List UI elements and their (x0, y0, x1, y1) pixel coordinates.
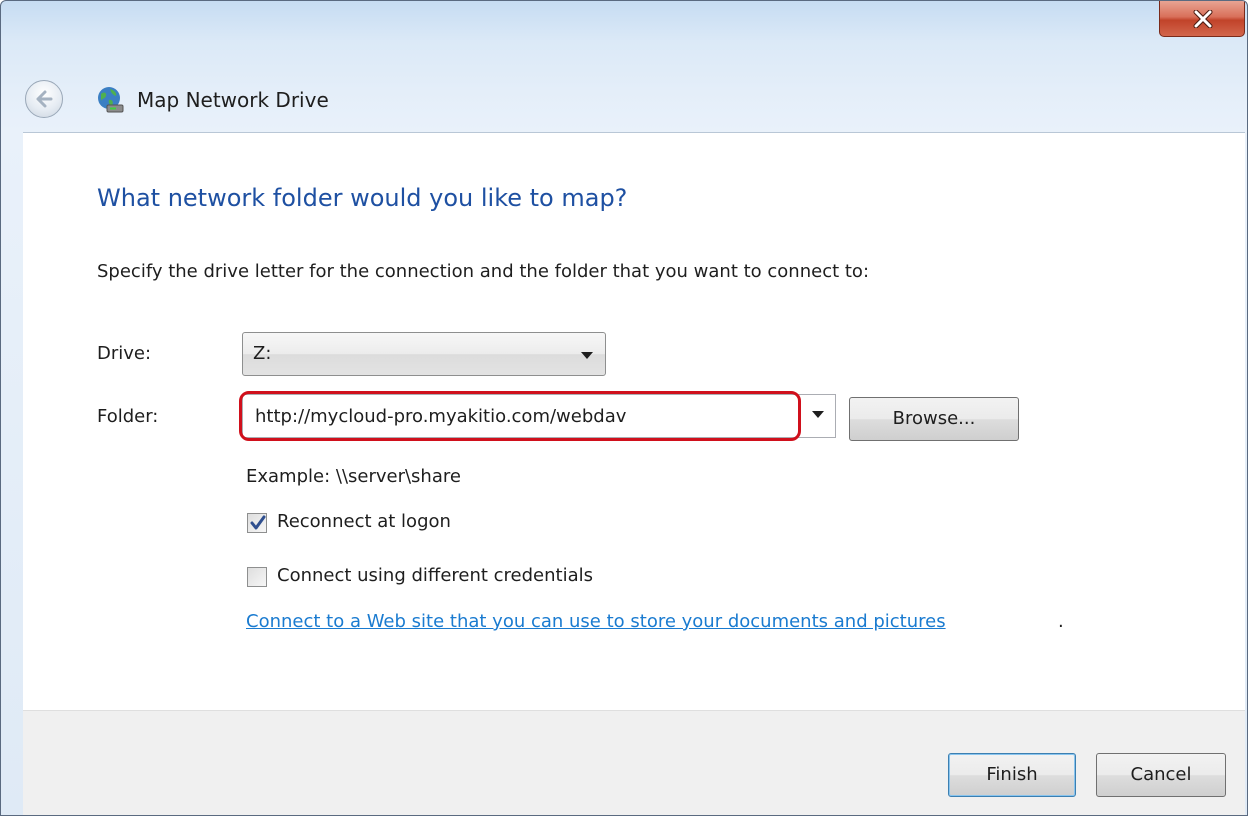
browse-button[interactable]: Browse... (849, 397, 1019, 441)
back-button[interactable] (25, 80, 63, 118)
map-network-drive-window: Map Network Drive What network folder wo… (0, 0, 1248, 816)
window-title: Map Network Drive (137, 88, 329, 112)
chevron-down-icon (812, 411, 824, 418)
credentials-label[interactable]: Connect using different credentials (277, 565, 593, 586)
drive-label: Drive: (97, 343, 152, 364)
close-icon (1193, 10, 1213, 28)
drive-select[interactable]: Z: (242, 332, 606, 376)
web-site-link[interactable]: Connect to a Web site that you can use t… (246, 611, 946, 632)
back-arrow-icon (36, 90, 53, 108)
example-text: Example: \\server\share (246, 466, 461, 487)
credentials-checkbox[interactable] (247, 567, 267, 587)
cancel-button[interactable]: Cancel (1096, 753, 1226, 797)
chevron-down-icon (581, 352, 593, 359)
instruction-text: Specify the drive letter for the connect… (97, 261, 870, 282)
network-drive-icon (98, 87, 124, 113)
folder-label: Folder: (97, 406, 159, 427)
close-button[interactable] (1159, 1, 1245, 37)
folder-input[interactable] (243, 395, 798, 437)
folder-dropdown-button[interactable] (803, 395, 835, 437)
page-heading: What network folder would you like to ma… (97, 184, 628, 212)
link-period: . (1058, 611, 1064, 632)
reconnect-checkbox[interactable] (247, 513, 267, 533)
checkmark-icon (250, 515, 266, 530)
finish-button[interactable]: Finish (948, 753, 1076, 797)
folder-combobox (242, 394, 836, 438)
reconnect-label[interactable]: Reconnect at logon (277, 511, 451, 532)
drive-value: Z: (253, 343, 272, 364)
